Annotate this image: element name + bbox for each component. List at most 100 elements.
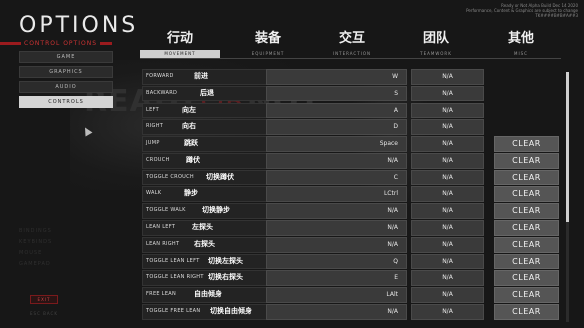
keybinding-row: WALK 静步 LCtrl N/A CLEAR — [142, 186, 575, 203]
action-name-en: TOGGLE CROUCH — [146, 173, 194, 180]
secondary-key-binding[interactable]: N/A — [411, 85, 484, 102]
tab-label-cn: 其他 — [507, 31, 534, 46]
tab-label-en: MOVEMENT — [140, 50, 220, 58]
action-name-cn: 左探头 — [192, 223, 213, 232]
primary-key-binding[interactable]: N/A — [266, 203, 407, 219]
secondary-key-binding[interactable]: N/A — [411, 270, 484, 287]
action-name-cn: 切换蹲伏 — [206, 172, 234, 181]
action-name-cn: 跳跃 — [184, 139, 198, 148]
secondary-key-binding[interactable]: N/A — [411, 203, 484, 219]
sidebar-item-graphics[interactable]: GRAPHICS — [19, 66, 113, 78]
tab-equipment[interactable]: 装备 EQUIPMENT — [228, 31, 308, 58]
keybinding-row: CROUCH 蹲伏 N/A N/A CLEAR — [142, 152, 575, 169]
keybinding-row: LEAN RIGHT 右探头 N/A N/A CLEAR — [142, 236, 575, 253]
primary-key-binding[interactable]: LCtrl — [266, 186, 407, 203]
back-hint: ESC BACK — [30, 311, 58, 316]
action-name-cn: 自由倾身 — [194, 290, 222, 299]
primary-key-binding[interactable]: S — [266, 85, 407, 102]
primary-key-binding[interactable]: LAlt — [266, 287, 407, 303]
build-info-line: TK####B#B#A##3 — [535, 13, 578, 18]
keybinding-row: TOGGLE LEAN LEFT 切换左探头 Q N/A CLEAR — [142, 253, 575, 270]
clear-binding-button[interactable]: CLEAR — [494, 287, 559, 303]
primary-key-binding[interactable]: N/A — [266, 152, 407, 169]
tab-label-cn: 交互 — [338, 31, 365, 46]
keybinding-list: FORWARD 前进 W N/A BACKWARD 后退 S N/A LEFT 向左 A N/A RIG… — [142, 69, 575, 321]
action-name-en: FORWARD — [146, 73, 174, 79]
page-title: OPTIONS — [19, 13, 139, 38]
secondary-key-binding[interactable]: N/A — [411, 287, 484, 303]
primary-key-binding[interactable]: N/A — [266, 303, 407, 320]
tab-teamwork[interactable]: 团队 TEAMWORK — [396, 31, 476, 58]
primary-key-binding[interactable]: Space — [266, 136, 407, 152]
action-name-en: JUMP — [146, 140, 160, 147]
clear-binding-button[interactable]: CLEAR — [494, 220, 559, 236]
sidebar-item-controls[interactable]: CONTROLS — [19, 96, 113, 108]
primary-key-binding[interactable]: Q — [266, 253, 407, 270]
clear-binding-button[interactable]: CLEAR — [494, 186, 559, 203]
tab-label-cn: 装备 — [254, 31, 281, 46]
tab-label-en: INTERACTION — [333, 51, 371, 56]
secondary-key-binding[interactable]: N/A — [411, 152, 484, 169]
scrollbar-thumb[interactable] — [566, 72, 569, 222]
faded-menu-item: MOUSE — [19, 250, 43, 256]
primary-key-binding[interactable]: N/A — [266, 236, 407, 253]
action-name-cn: 向右 — [182, 122, 196, 131]
tab-label-en: TEAMWORK — [420, 51, 452, 56]
build-info: Ready or Not Alpha Build Dec 14 2020 Per… — [466, 3, 578, 18]
primary-key-binding[interactable]: W — [266, 69, 407, 85]
tabs-divider — [140, 58, 561, 59]
keybinding-row: TOGGLE LEAN RIGHT 切换右探头 E N/A CLEAR — [142, 270, 575, 287]
sidebar-item-audio[interactable]: AUDIO — [19, 81, 113, 93]
secondary-key-binding[interactable]: N/A — [411, 236, 484, 253]
action-name-cn: 向左 — [182, 105, 196, 114]
secondary-key-binding[interactable]: N/A — [411, 119, 484, 136]
secondary-key-binding[interactable]: N/A — [411, 186, 484, 203]
primary-key-binding[interactable]: C — [266, 169, 407, 186]
clear-binding-button[interactable]: CLEAR — [494, 270, 559, 287]
clear-binding-button[interactable]: CLEAR — [494, 169, 559, 186]
action-name-en: TOGGLE FREE LEAN — [146, 307, 201, 314]
tab-label-en: EQUIPMENT — [251, 51, 285, 56]
page-subtitle: CONTROL OPTIONS — [21, 40, 101, 47]
tab-misc[interactable]: 其他 MISC — [481, 31, 561, 58]
action-name-en: LEAN LEFT — [146, 224, 176, 231]
secondary-key-binding[interactable]: N/A — [411, 220, 484, 236]
faded-menu-item: BINDINGS — [19, 228, 52, 234]
action-name-en: TOGGLE LEAN LEFT — [146, 257, 200, 264]
keybinding-row: LEFT 向左 A N/A — [142, 102, 575, 119]
sidebar-item-game[interactable]: GAME — [19, 51, 113, 63]
faded-menu: BINDINGS KEYBINDS MOUSE GAMEPAD — [19, 226, 113, 270]
keybinding-row: LEAN LEFT 左探头 N/A N/A CLEAR — [142, 220, 575, 236]
faded-menu-item: KEYBINDS — [19, 239, 53, 245]
exit-button[interactable]: EXIT — [30, 295, 58, 304]
secondary-key-binding[interactable]: N/A — [411, 169, 484, 186]
tab-label-en: MISC — [514, 51, 528, 56]
clear-binding-button[interactable]: CLEAR — [494, 253, 559, 270]
clear-binding-button[interactable]: CLEAR — [494, 203, 559, 219]
tab-interaction[interactable]: 交互 INTERACTION — [312, 31, 392, 58]
primary-key-binding[interactable]: A — [266, 102, 407, 119]
action-name-cn: 蹲伏 — [186, 155, 200, 164]
category-tabs: 行动 MOVEMENT 装备 EQUIPMENT 交互 INTERACTION … — [140, 31, 561, 61]
clear-binding-button[interactable]: CLEAR — [494, 152, 559, 169]
keybinding-row: TOGGLE CROUCH 切换蹲伏 C N/A CLEAR — [142, 169, 575, 186]
action-name-en: LEFT — [146, 106, 159, 113]
secondary-key-binding[interactable]: N/A — [411, 102, 484, 119]
secondary-key-binding[interactable]: N/A — [411, 253, 484, 270]
action-name-en: FREE LEAN — [146, 291, 177, 298]
keybinding-row: FORWARD 前进 W N/A — [142, 69, 575, 85]
tab-movement[interactable]: 行动 MOVEMENT — [140, 31, 220, 58]
clear-binding-button[interactable]: CLEAR — [494, 136, 559, 152]
clear-binding-button[interactable]: CLEAR — [494, 303, 559, 320]
secondary-key-binding[interactable]: N/A — [411, 69, 484, 85]
primary-key-binding[interactable]: D — [266, 119, 407, 136]
clear-binding-button[interactable]: CLEAR — [494, 236, 559, 253]
primary-key-binding[interactable]: N/A — [266, 220, 407, 236]
action-name-cn: 切换自由倾身 — [210, 306, 252, 315]
faded-menu-item: GAMEPAD — [19, 261, 51, 267]
secondary-key-binding[interactable]: N/A — [411, 136, 484, 152]
action-name-cn: 右探头 — [194, 239, 215, 248]
secondary-key-binding[interactable]: N/A — [411, 303, 484, 320]
primary-key-binding[interactable]: E — [266, 270, 407, 287]
tab-label-cn: 团队 — [422, 31, 449, 46]
